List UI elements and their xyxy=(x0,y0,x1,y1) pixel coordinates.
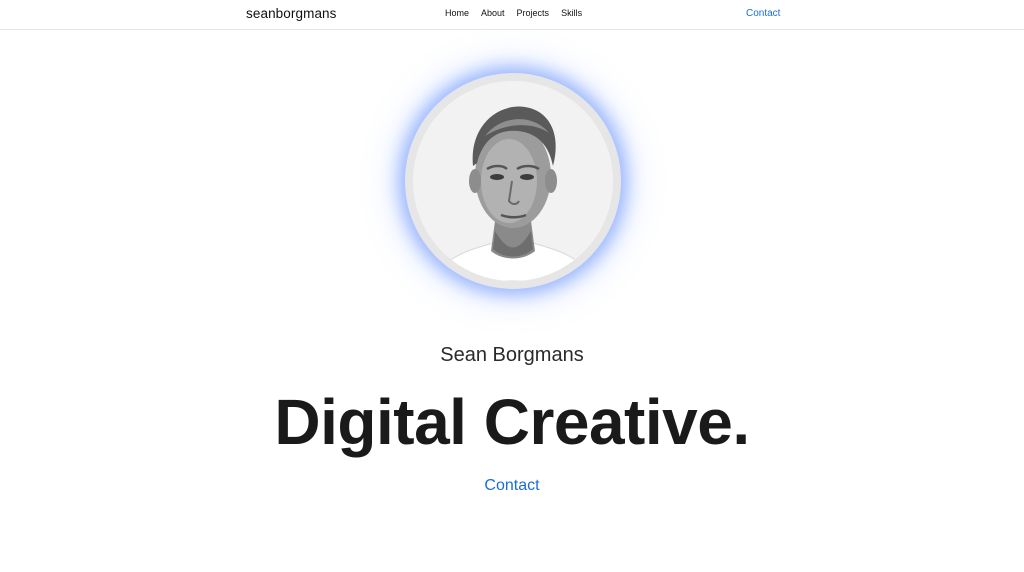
hero-contact-link[interactable]: Contact xyxy=(0,477,1024,495)
brand-logo-link[interactable]: seanborgmans xyxy=(246,6,337,21)
avatar-frame xyxy=(405,73,621,289)
portrait-photo-icon xyxy=(432,106,594,281)
main-nav: Home About Projects Skills xyxy=(445,8,594,18)
hero-name: Sean Borgmans xyxy=(440,344,584,366)
nav-skills-link[interactable]: Skills xyxy=(561,8,582,18)
nav-home-link[interactable]: Home xyxy=(445,8,469,18)
avatar xyxy=(413,81,613,281)
nav-projects-link[interactable]: Projects xyxy=(517,8,550,18)
hero-title: Digital Creative. xyxy=(274,386,750,458)
top-navbar: seanborgmans Home About Projects Skills … xyxy=(0,0,1024,30)
nav-about-link[interactable]: About xyxy=(481,8,505,18)
nav-contact-link[interactable]: Contact xyxy=(746,8,780,19)
